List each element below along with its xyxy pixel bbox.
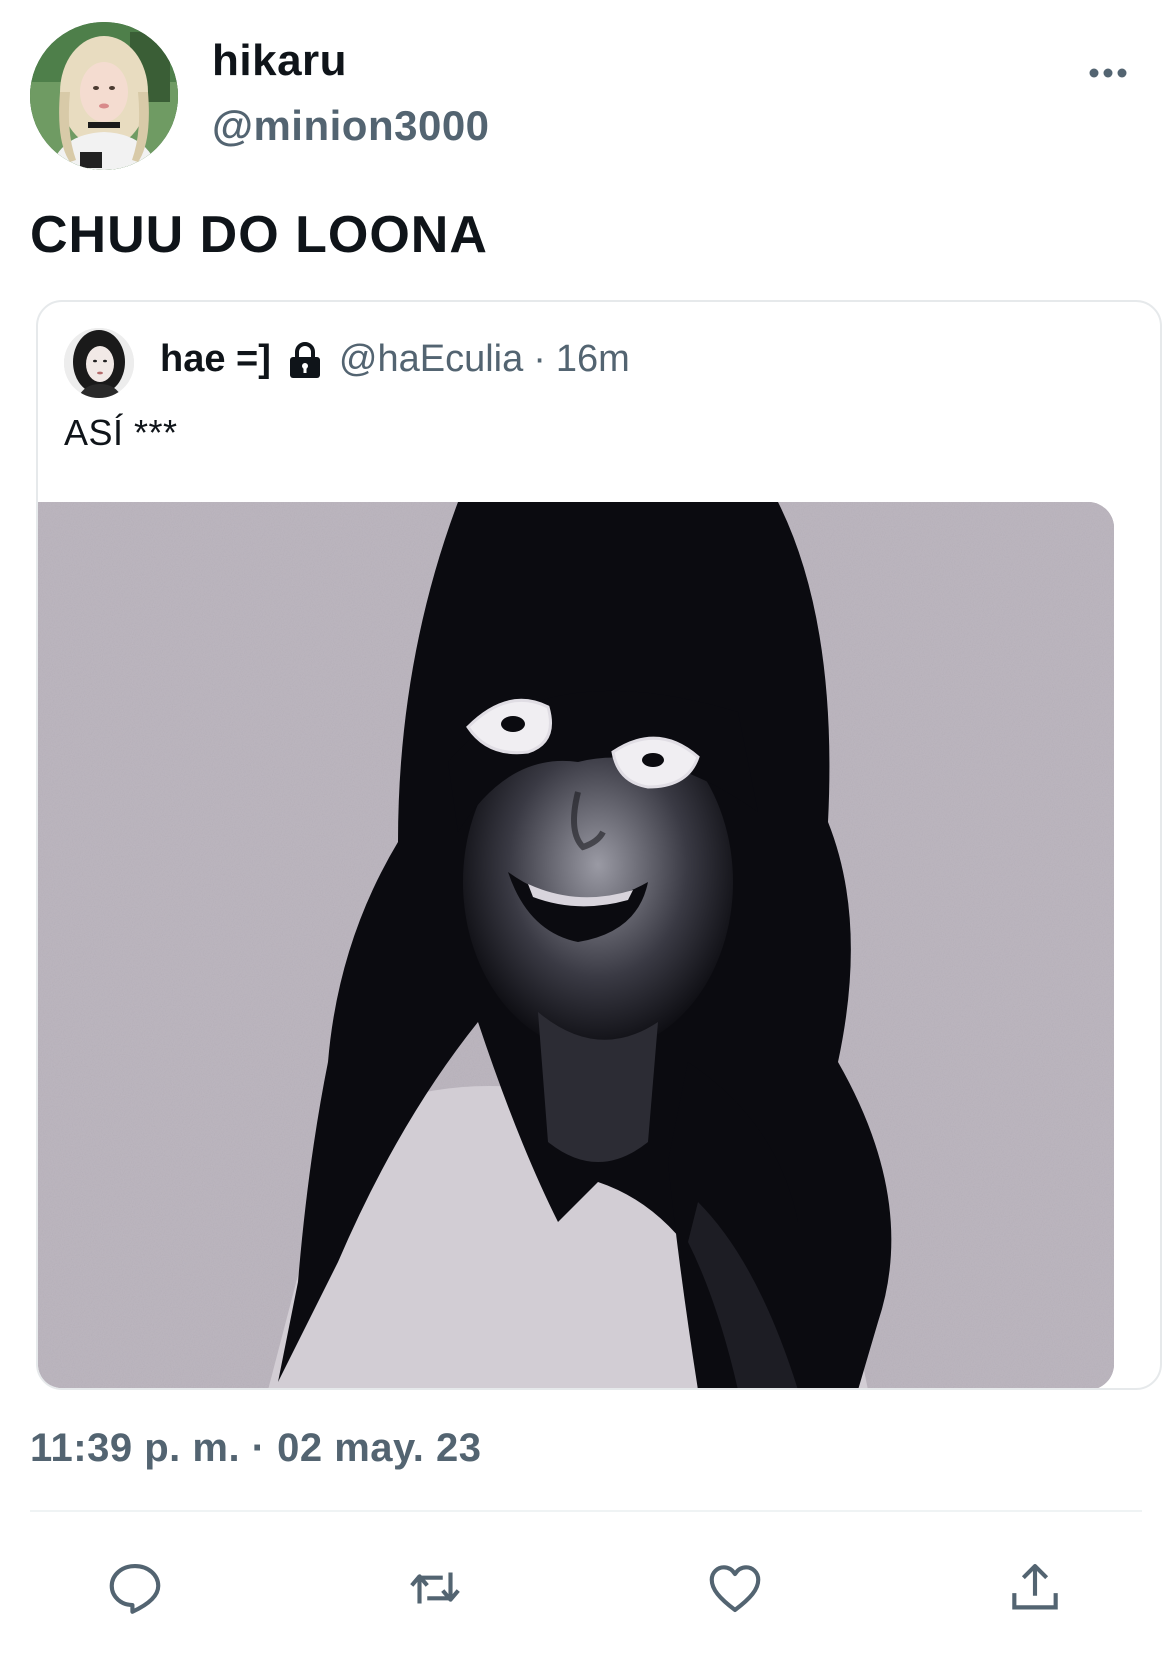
heart-icon xyxy=(709,1565,761,1613)
author-display-name[interactable]: hikaru xyxy=(212,36,347,86)
more-icon xyxy=(1089,68,1127,78)
divider xyxy=(30,1510,1142,1512)
more-options-button[interactable] xyxy=(1078,58,1138,88)
quoted-tweet-header: hae =] @haEculia · 16m xyxy=(160,338,630,381)
quoted-relative-time[interactable]: 16m xyxy=(556,338,630,381)
quoted-tweet-text: ASÍ *** xyxy=(64,412,178,453)
lock-icon xyxy=(289,341,320,378)
quoted-tweet-image[interactable] xyxy=(38,502,1114,1388)
quoted-tweet-card[interactable]: hae =] @haEculia · 16m ASÍ *** xyxy=(36,300,1162,1390)
quoted-separator: · xyxy=(533,338,546,380)
reply-icon xyxy=(109,1563,161,1614)
retweet-button[interactable] xyxy=(395,1548,475,1628)
quoted-author-display-name[interactable]: hae =] xyxy=(160,338,271,381)
quoted-author-handle[interactable]: @haEculia xyxy=(339,338,523,381)
share-button[interactable] xyxy=(995,1548,1075,1628)
quoted-author-avatar[interactable] xyxy=(64,328,134,398)
tweet-timestamp[interactable]: 11:39 p. m. · 02 may. 23 xyxy=(30,1426,482,1471)
retweet-icon xyxy=(410,1572,460,1604)
like-button[interactable] xyxy=(695,1548,775,1628)
author-avatar[interactable] xyxy=(30,22,178,170)
author-handle[interactable]: @minion3000 xyxy=(212,102,490,150)
tweet-text: CHUU DO LOONA xyxy=(30,206,488,264)
share-icon xyxy=(1012,1563,1058,1610)
reply-button[interactable] xyxy=(95,1548,175,1628)
